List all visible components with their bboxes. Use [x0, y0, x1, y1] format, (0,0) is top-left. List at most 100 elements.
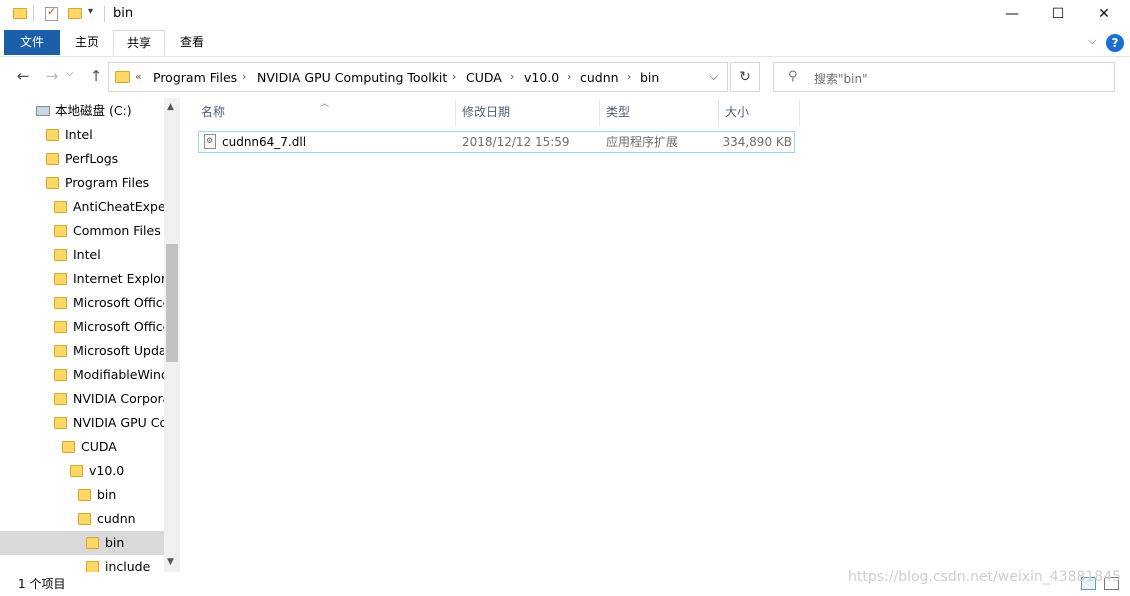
breadcrumb-separator-icon: › [242, 70, 247, 83]
search-input[interactable]: 搜索"bin" [814, 70, 868, 87]
minimize-button[interactable]: — [989, 0, 1035, 30]
tree-item-label: Intel [65, 127, 93, 142]
tree-item-label: Program Files [65, 175, 150, 190]
navigation-pane: 本地磁盘 (C:) Intel PerfLogs Program Files AntiC… [0, 98, 180, 572]
folder-icon [78, 513, 91, 525]
tab-share[interactable]: 共享 [113, 30, 165, 55]
column-divider[interactable] [599, 100, 600, 126]
folder-icon [86, 561, 99, 572]
breadcrumb-cudnn[interactable]: cudnn [580, 70, 619, 85]
tree-item[interactable]: CUDA [0, 435, 164, 459]
folder-icon [54, 225, 67, 237]
tree-item[interactable]: Microsoft Office [0, 315, 164, 339]
tree-item-label: Common Files [73, 223, 161, 238]
folder-icon [115, 71, 130, 83]
tree-item[interactable]: NVIDIA GPU Computing [0, 411, 164, 435]
forward-button[interactable]: → [42, 66, 62, 86]
properties-icon[interactable]: ✓ [45, 5, 58, 21]
tree-item[interactable]: include [0, 555, 164, 572]
tree-item[interactable]: Internet Explorer [0, 267, 164, 291]
tree-item-label: AntiCheatExpert [73, 199, 164, 214]
tree-item-label: NVIDIA Corporation [73, 391, 164, 406]
tree-item[interactable]: ModifiableWindows [0, 363, 164, 387]
tree-item[interactable]: v10.0 [0, 459, 164, 483]
folder-icon [46, 129, 59, 141]
address-dropdown-icon[interactable]: ⌵ [709, 69, 718, 84]
item-count: 1 个项目 [18, 577, 66, 591]
navigation-bar: ← → ⌵ ↑ « Program Files › NVIDIA GPU Com… [0, 56, 1130, 98]
tree-item-label: include [105, 559, 151, 572]
breadcrumb-v10[interactable]: v10.0 [524, 70, 559, 85]
tree-item[interactable]: Program Files [0, 171, 164, 195]
file-type: 应用程序扩展 [606, 135, 679, 149]
refresh-button[interactable]: ↻ [730, 62, 760, 92]
file-name: cudnn64_7.dll [222, 135, 307, 149]
tab-home[interactable]: 主页 [63, 30, 111, 55]
column-header-name[interactable]: 名称 [201, 98, 225, 126]
tree-item[interactable]: PerfLogs [0, 147, 164, 171]
tree-item[interactable]: Intel [0, 243, 164, 267]
tab-file[interactable]: 文件 [4, 30, 60, 55]
drive-icon [36, 106, 50, 116]
tree-item[interactable]: Microsoft Office [0, 291, 164, 315]
new-folder-icon[interactable] [68, 8, 82, 19]
column-divider[interactable] [718, 100, 719, 126]
tree-item-label: Microsoft Office [73, 295, 164, 310]
quick-access-dropdown-icon[interactable]: ▾ [88, 6, 93, 17]
tree-scrollbar-thumb[interactable] [166, 244, 178, 362]
tree-item[interactable]: Common Files [0, 219, 164, 243]
breadcrumb-separator-icon: › [452, 70, 457, 83]
breadcrumb-bin[interactable]: bin [640, 70, 659, 85]
scroll-up-icon[interactable]: ▲ [167, 102, 174, 112]
breadcrumb-program-files[interactable]: Program Files [153, 70, 237, 85]
breadcrumb-overflow-icon[interactable]: « [135, 70, 142, 83]
folder-icon [54, 417, 67, 429]
tree-item-label: CUDA [81, 439, 117, 454]
tree-item[interactable]: bin [0, 483, 164, 507]
back-button[interactable]: ← [13, 66, 33, 86]
help-icon[interactable]: ? [1106, 34, 1124, 52]
address-bar[interactable]: « Program Files › NVIDIA GPU Computing T… [108, 62, 728, 92]
recent-locations-icon[interactable]: ⌵ [66, 68, 74, 79]
search-box[interactable]: ⚲ 搜索"bin" [773, 62, 1115, 92]
tree-item[interactable]: Intel [0, 123, 164, 147]
close-button[interactable]: ✕ [1081, 0, 1127, 30]
column-header-size[interactable]: 大小 [725, 98, 749, 126]
up-button[interactable]: ↑ [86, 66, 106, 86]
folder-icon [54, 321, 67, 333]
tree-item-label: ModifiableWindows [73, 367, 164, 382]
breadcrumb-cuda[interactable]: CUDA [466, 70, 502, 85]
tree-item[interactable]: Microsoft Update [0, 339, 164, 363]
tree-item-label: NVIDIA GPU Computing [73, 415, 164, 430]
tab-view[interactable]: 查看 [168, 30, 216, 55]
column-divider[interactable] [455, 100, 456, 126]
watermark: https://blog.csdn.net/weixin_43881845 [848, 569, 1122, 585]
ribbon-expand-icon[interactable]: ⌵ [1088, 34, 1096, 48]
tree-item[interactable]: NVIDIA Corporation [0, 387, 164, 411]
file-row[interactable]: ⚙ cudnn64_7.dll 2018/12/12 15:59 应用程序扩展 … [198, 131, 795, 153]
tree-item[interactable]: AntiCheatExpert [0, 195, 164, 219]
column-divider[interactable] [799, 100, 800, 126]
folder-icon [54, 345, 67, 357]
tree-item[interactable]: 本地磁盘 (C:) [0, 99, 164, 123]
tree-item-label: bin [97, 487, 117, 502]
column-header-type[interactable]: 类型 [606, 98, 630, 126]
ribbon-tabs: 文件 主页 共享 查看 ⌵ ? [0, 30, 1130, 57]
scroll-down-icon[interactable]: ▼ [167, 557, 174, 567]
maximize-button[interactable]: ☐ [1035, 0, 1081, 30]
folder-icon [46, 153, 59, 165]
folder-icon [54, 297, 67, 309]
tree-item-label: bin [105, 535, 125, 550]
window-title: bin [113, 6, 134, 21]
sort-ascending-icon: ︿ [320, 99, 330, 109]
tree-item-label: Internet Explorer [73, 271, 164, 286]
file-size: 334,890 KB [722, 135, 792, 149]
folder-icon [70, 465, 83, 477]
dll-file-icon: ⚙ [204, 134, 216, 149]
breadcrumb-nvidia-toolkit[interactable]: NVIDIA GPU Computing Toolkit [257, 70, 447, 85]
column-header-date[interactable]: 修改日期 [462, 98, 510, 126]
tree-item[interactable]: cudnn [0, 507, 164, 531]
tree-item[interactable]: bin [0, 531, 164, 555]
tree-item-label: Microsoft Office [73, 319, 164, 334]
folder-icon [78, 489, 91, 501]
